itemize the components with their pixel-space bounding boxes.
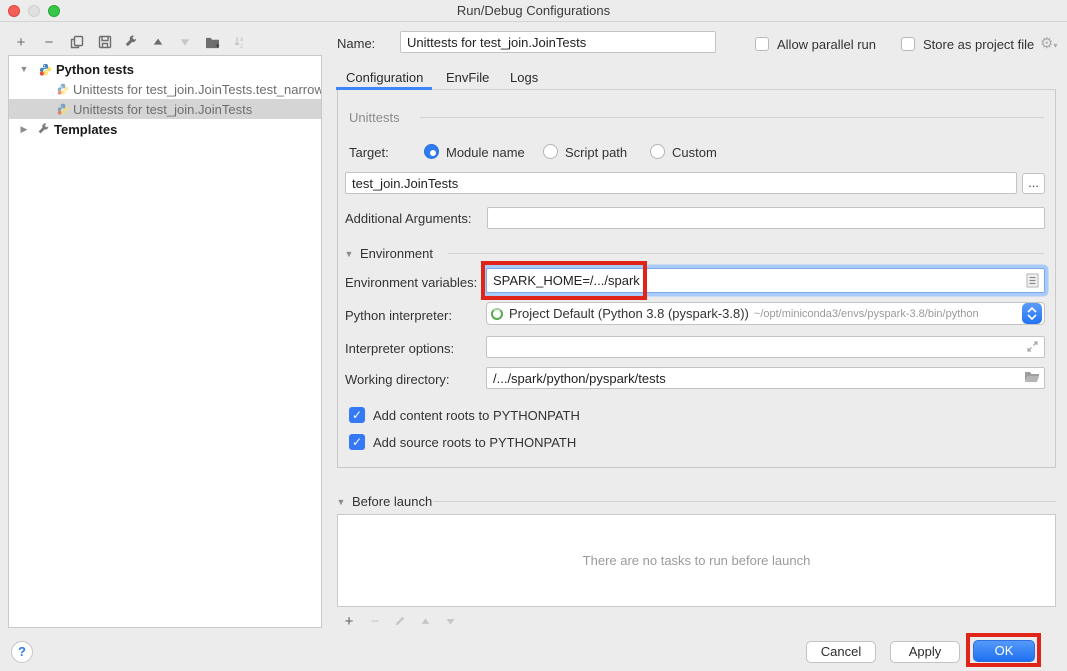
python-tests-icon [39, 63, 52, 76]
apply-button[interactable]: Apply [890, 641, 960, 663]
run-debug-configurations-dialog: Run/Debug Configurations + − + az ▼ Pyth… [0, 0, 1067, 671]
group-separator [433, 501, 1056, 502]
tree-item-test-narrow[interactable]: Unittests for test_join.JoinTests.test_n… [9, 79, 321, 99]
python-interpreter-path: ~/opt/miniconda3/envs/pyspark-3.8/bin/py… [754, 308, 979, 320]
tab-envfile[interactable]: EnvFile [446, 70, 489, 90]
title-bar: Run/Debug Configurations [0, 0, 1067, 22]
copy-configuration-icon[interactable] [68, 33, 86, 51]
add-content-roots-checkbox[interactable]: ✓ [349, 407, 365, 423]
add-task-icon[interactable]: + [340, 612, 358, 630]
tree-item-jointests-selected[interactable]: Unittests for test_join.JoinTests [9, 99, 321, 119]
svg-text:+: + [215, 41, 220, 49]
move-task-down-icon [441, 612, 459, 630]
tree-item-label: Python tests [56, 62, 134, 77]
tree-item-label: Unittests for test_join.JoinTests.test_n… [73, 82, 321, 97]
store-as-project-file-label: Store as project file [923, 37, 1034, 52]
environment-variables-label: Environment variables: [345, 275, 477, 290]
help-button[interactable]: ? [11, 641, 33, 663]
new-folder-icon[interactable]: + [203, 33, 221, 51]
edit-task-pencil-icon [391, 612, 409, 630]
conda-env-icon [491, 308, 503, 320]
radio-module-name-label: Module name [446, 145, 525, 160]
configurations-tree: ▼ Python tests Unittests for test_join.J… [8, 55, 322, 628]
templates-wrench-icon [37, 123, 50, 136]
radio-script-path[interactable] [543, 144, 558, 159]
allow-parallel-run-checkbox[interactable] [755, 37, 769, 51]
add-content-roots-label: Add content roots to PYTHONPATH [373, 408, 580, 423]
add-source-roots-label: Add source roots to PYTHONPATH [373, 435, 576, 450]
move-task-up-icon [416, 612, 434, 630]
radio-module-name[interactable] [424, 144, 439, 159]
window-title: Run/Debug Configurations [0, 3, 1067, 18]
expand-field-icon[interactable] [1026, 340, 1039, 356]
chevron-right-icon[interactable]: ▶ [17, 124, 31, 135]
additional-arguments-label: Additional Arguments: [345, 211, 471, 226]
working-directory-label: Working directory: [345, 372, 450, 387]
remove-task-icon: − [366, 612, 384, 630]
interpreter-options-label: Interpreter options: [345, 341, 454, 356]
environment-group-label: Environment [360, 246, 433, 261]
move-down-icon [176, 33, 194, 51]
svg-text:z: z [240, 44, 243, 49]
sort-alphabetically-icon: az [231, 33, 249, 51]
environment-variables-input[interactable] [486, 268, 1045, 293]
tree-item-python-tests[interactable]: ▼ Python tests [9, 59, 321, 79]
name-input[interactable] [400, 31, 716, 53]
tree-item-templates[interactable]: ▶ Templates [9, 119, 321, 139]
python-interpreter-value: Project Default (Python 3.8 (pyspark-3.8… [509, 306, 749, 321]
environment-collapse-icon[interactable]: ▼ [343, 249, 355, 259]
additional-arguments-input[interactable] [487, 207, 1045, 229]
radio-custom-label: Custom [672, 145, 717, 160]
python-interpreter-combobox[interactable]: Project Default (Python 3.8 (pyspark-3.8… [486, 302, 1045, 325]
remove-configuration-icon[interactable]: − [40, 33, 58, 51]
ok-button[interactable]: OK [973, 640, 1035, 662]
unittests-group-label: Unittests [349, 110, 400, 125]
allow-parallel-run-label: Allow parallel run [777, 37, 876, 52]
browse-module-button[interactable]: ... [1022, 173, 1045, 194]
before-launch-empty-text: There are no tasks to run before launch [583, 553, 811, 568]
add-source-roots-checkbox[interactable]: ✓ [349, 434, 365, 450]
tree-item-label: Templates [54, 122, 117, 137]
store-options-gear-icon[interactable]: ⚙▾ [1040, 34, 1057, 52]
python-interpreter-label: Python interpreter: [345, 308, 452, 323]
group-separator [420, 117, 1044, 118]
before-launch-collapse-icon[interactable]: ▼ [335, 497, 347, 507]
add-configuration-icon[interactable]: + [12, 33, 30, 51]
radio-custom[interactable] [650, 144, 665, 159]
before-launch-task-list: There are no tasks to run before launch [337, 514, 1056, 607]
chevron-down-icon[interactable]: ▼ [17, 64, 31, 74]
module-name-input[interactable] [345, 172, 1017, 194]
env-vars-browse-icon[interactable] [1026, 273, 1039, 291]
interpreter-stepper-button[interactable] [1022, 303, 1042, 324]
group-separator [448, 253, 1044, 254]
python-test-config-icon [57, 103, 69, 115]
working-directory-input[interactable] [486, 367, 1045, 389]
interpreter-options-input[interactable] [486, 336, 1045, 358]
store-as-project-file-checkbox[interactable] [901, 37, 915, 51]
move-up-icon[interactable] [149, 33, 167, 51]
python-test-config-icon [57, 83, 69, 95]
edit-templates-wrench-icon[interactable] [122, 33, 140, 51]
before-launch-group-label: Before launch [352, 494, 432, 509]
svg-text:a: a [240, 37, 244, 43]
folder-browse-icon[interactable] [1024, 371, 1040, 387]
target-label: Target: [349, 145, 389, 160]
cancel-button[interactable]: Cancel [806, 641, 876, 663]
save-configuration-icon[interactable] [96, 33, 114, 51]
tree-item-label: Unittests for test_join.JoinTests [73, 102, 252, 117]
name-label: Name: [337, 36, 375, 51]
tab-logs[interactable]: Logs [510, 70, 538, 90]
radio-script-path-label: Script path [565, 145, 627, 160]
